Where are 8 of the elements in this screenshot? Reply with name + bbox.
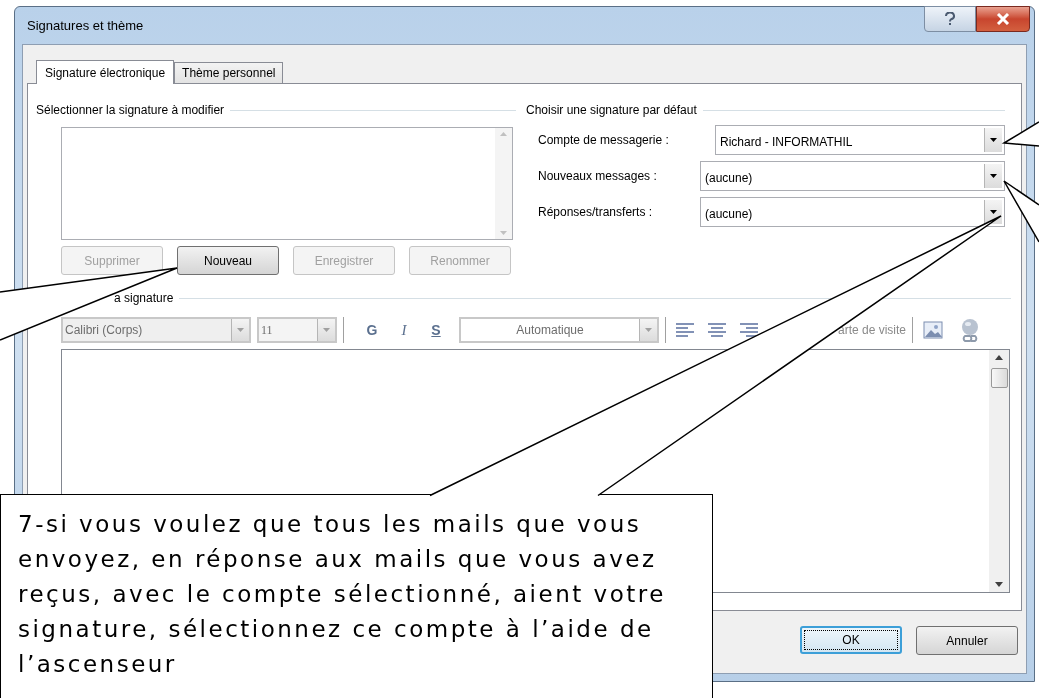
- group-heading: Choisir une signature par défaut: [526, 102, 697, 119]
- field-label: Compte de messagerie :: [538, 132, 669, 149]
- window-title: Signatures et thème: [27, 16, 144, 35]
- field-label: Réponses/transferts :: [538, 204, 653, 221]
- field-label: Nouveaux messages :: [538, 168, 657, 185]
- callout-text: 7-si vous voulez que tous les mails que vous envoyez, en réponse aux mails que vous avez reçus, avec le compte sélectionné, aient votre signature, sélectionnez ce compte à l’aide de l’ascenseur: [18, 510, 667, 679]
- group-heading: a signature: [114, 290, 174, 307]
- group-heading: Sélectionner la signature à modifier: [36, 102, 225, 119]
